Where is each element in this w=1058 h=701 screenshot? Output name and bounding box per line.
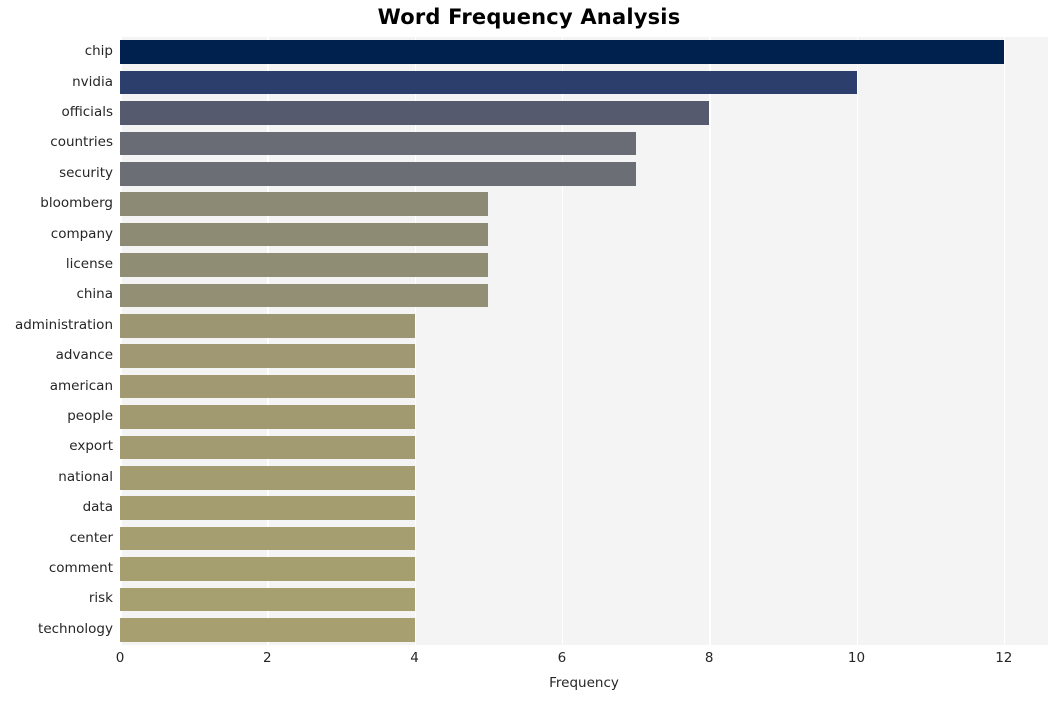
y-tick-label-china: china (76, 286, 113, 303)
y-tick-label-company: company (50, 225, 113, 242)
y-tick-label-advance: advance (55, 347, 113, 364)
bar-officials (120, 101, 710, 125)
bar-company (120, 222, 489, 247)
bar-american (120, 374, 415, 399)
bar-row (120, 40, 1048, 65)
bar-row (120, 617, 1048, 642)
bar-row (120, 526, 1048, 551)
y-tick-label-countries: countries (50, 134, 113, 151)
bar-row (120, 161, 1048, 186)
bar-people (120, 405, 415, 429)
x-axis-tick-labels: 0 2 4 6 8 10 12 (116, 650, 1048, 672)
bar-row (120, 222, 1048, 247)
x-axis-title: Frequency (549, 675, 619, 691)
bar-row (120, 283, 1048, 308)
bar-row (120, 587, 1048, 612)
bar-row (120, 101, 1048, 125)
y-tick-label-center: center (69, 529, 113, 546)
bar-technology (120, 617, 415, 642)
bar-row (120, 435, 1048, 460)
plot-area (120, 37, 1048, 645)
bar-license (120, 253, 489, 277)
bar-row (120, 70, 1048, 95)
bar-comment (120, 557, 415, 581)
y-tick-label-bloomberg: bloomberg (40, 195, 113, 212)
bar-row (120, 374, 1048, 399)
chart-title: Word Frequency Analysis (377, 5, 681, 29)
chart-figure: Word Frequency Analysis chip nvidia offici… (0, 0, 1058, 701)
y-tick-label-security: security (59, 164, 113, 181)
x-tick-label-8: 8 (704, 650, 714, 666)
x-tick-label-6: 6 (557, 650, 567, 666)
y-tick-label-people: people (67, 408, 113, 424)
x-tick-label-0: 0 (115, 650, 125, 666)
y-tick-label-national: national (58, 468, 113, 485)
y-tick-label-officials: officials (61, 104, 113, 120)
y-tick-label-american: american (49, 377, 113, 394)
bar-row (120, 465, 1048, 490)
bars-container (120, 37, 1048, 645)
bar-chip (120, 40, 1004, 65)
bar-row (120, 496, 1048, 521)
bar-row (120, 405, 1048, 429)
y-tick-label-technology: technology (38, 620, 113, 637)
y-tick-label-risk: risk (88, 590, 113, 607)
bar-security (120, 161, 636, 186)
bar-risk (120, 587, 415, 612)
y-tick-label-chip: chip (84, 43, 113, 60)
bar-administration (120, 313, 415, 338)
bar-bloomberg (120, 192, 489, 217)
bar-data (120, 496, 415, 521)
x-tick-label-10: 10 (847, 650, 866, 666)
y-tick-label-data: data (82, 499, 113, 516)
x-tick-label-2: 2 (263, 650, 272, 666)
bar-countries (120, 131, 636, 156)
y-tick-label-license: license (65, 256, 113, 272)
x-tick-label-4: 4 (410, 650, 419, 666)
y-tick-label-nvidia: nvidia (72, 73, 113, 90)
y-axis-tick-labels: chip nvidia officials countries security bloo… (0, 37, 113, 645)
bar-row (120, 313, 1048, 338)
bar-row (120, 344, 1048, 369)
bar-row (120, 253, 1048, 277)
y-tick-label-comment: comment (48, 560, 113, 576)
bar-national (120, 465, 415, 490)
bar-nvidia (120, 70, 857, 95)
y-tick-label-export: export (69, 438, 113, 455)
bar-china (120, 283, 489, 308)
bar-row (120, 131, 1048, 156)
bar-center (120, 526, 415, 551)
bar-row (120, 557, 1048, 581)
y-tick-label-administration: administration (14, 316, 113, 333)
bar-advance (120, 344, 415, 369)
bar-export (120, 435, 415, 460)
x-tick-label-12: 12 (995, 650, 1013, 666)
bar-row (120, 192, 1048, 217)
